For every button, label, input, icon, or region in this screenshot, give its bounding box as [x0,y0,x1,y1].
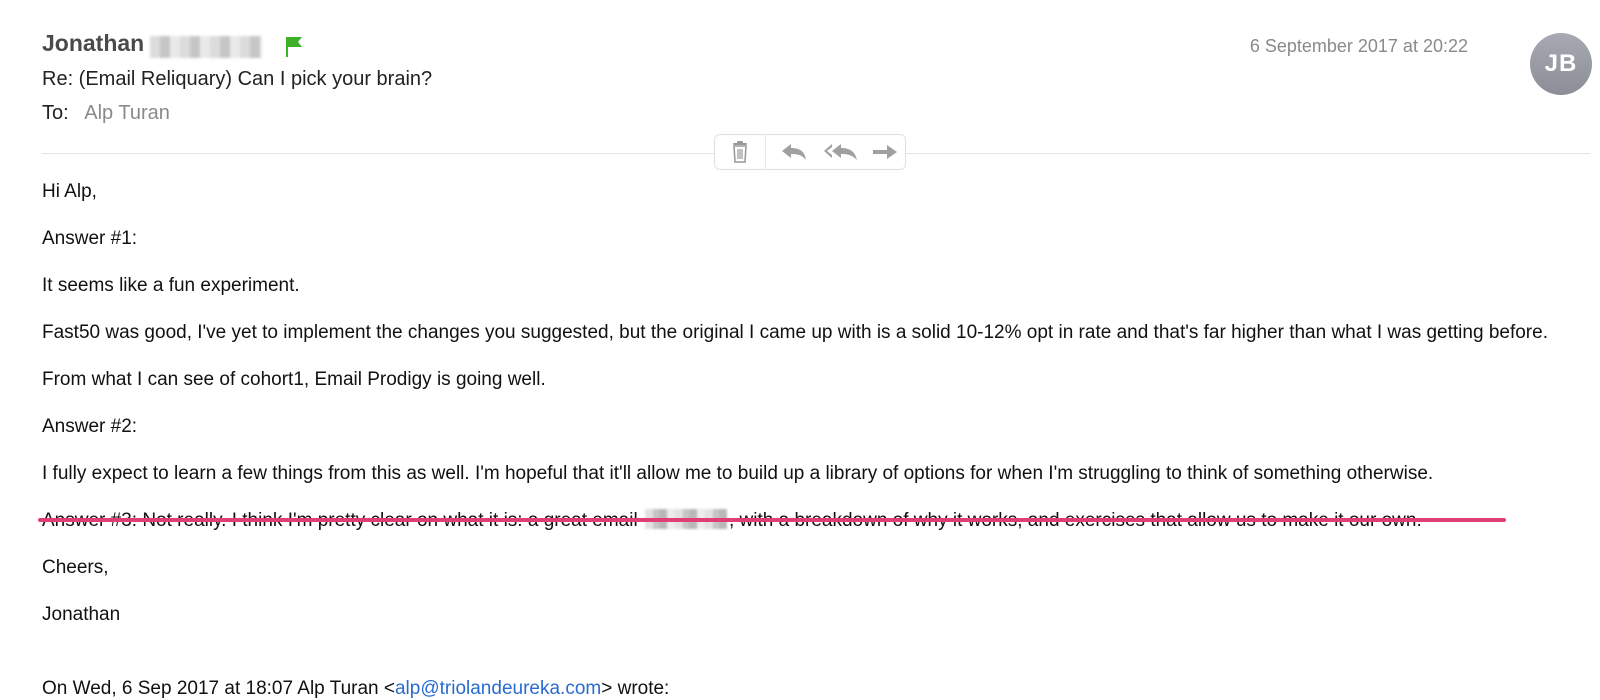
signoff: Cheers, [42,557,109,578]
forward-icon [873,145,898,159]
delete-button[interactable] [715,135,766,169]
to-label: To: [42,102,69,124]
answer1-paragraph-3: From what I can see of cohort1, Email Pr… [42,369,546,390]
trash-icon [732,141,747,163]
reply-all-icon [824,144,858,160]
answer1-paragraph-2: Fast50 was good, I've yet to implement t… [42,322,1548,343]
signature: Jonathan [42,604,121,625]
reply-all-button[interactable] [817,135,865,169]
recipient-name[interactable]: Alp Turan [84,102,170,124]
flag-icon[interactable] [285,36,303,58]
reply-button[interactable] [770,135,818,169]
recipient-row: To: Alp Turan [42,102,170,125]
message-header: Jonathan 6 September 2017 at 20:22 JB Re… [0,0,1600,170]
quoted-header-prefix: On Wed, 6 Sep 2017 at 18:07 Alp Turan < [42,678,395,699]
forward-button[interactable] [865,135,905,169]
message-date: 6 September 2017 at 20:22 [1249,36,1468,56]
quoted-header-suffix: > wrote: [601,678,670,699]
answer2-label: Answer #2: [42,416,138,437]
answer1-paragraph-1: It seems like a fun experiment. [42,275,300,296]
greeting: Hi Alp, [42,181,97,202]
message-actions-toolbar [714,134,906,170]
quoted-header: On Wed, 6 Sep 2017 at 18:07 Alp Turan <a… [42,678,669,700]
message-subject: Re: (Email Reliquary) Can I pick your br… [42,68,433,90]
quoted-email-link[interactable]: alp@triolandeureka.com [395,678,601,699]
highlight-underline [38,518,1506,522]
avatar-initials: JB [1544,50,1578,77]
answer1-label: Answer #1: [42,228,138,249]
message-body: Hi Alp, Answer #1: It seems like a fun e… [42,180,1582,650]
sender-name[interactable]: Jonathan [42,30,144,57]
reply-icon [781,144,806,160]
sender-avatar: JB [1530,33,1592,95]
answer2-paragraph: I fully expect to learn a few things fro… [42,463,1434,484]
redacted-surname [150,36,262,58]
